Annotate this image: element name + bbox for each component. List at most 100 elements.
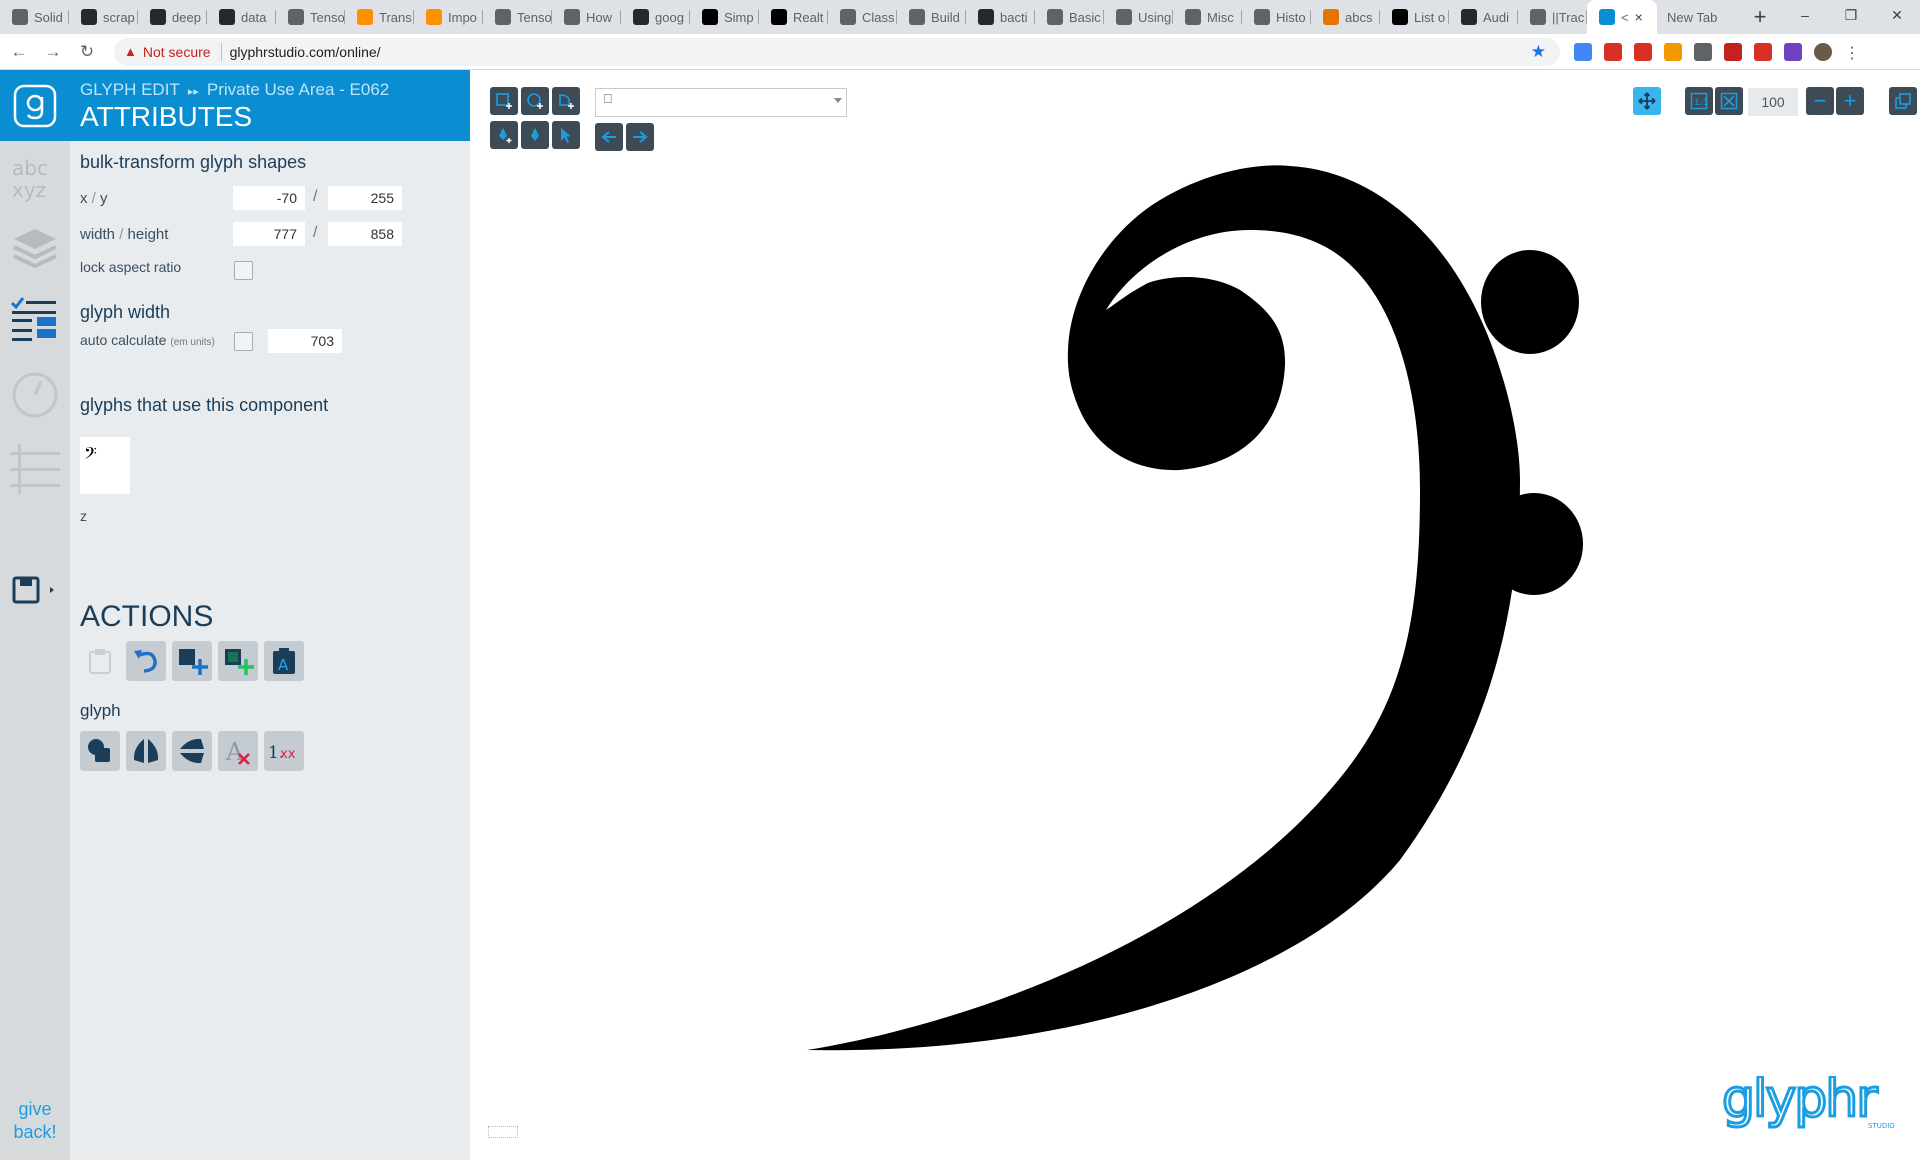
shape-select[interactable]: ⎕: [595, 88, 847, 117]
browser-tab[interactable]: data: [207, 0, 276, 34]
extension-icon[interactable]: [1784, 42, 1802, 61]
browser-tab[interactable]: Audi: [1449, 0, 1518, 34]
breadcrumb-location[interactable]: Private Use Area - E062: [207, 80, 389, 99]
add-component-button[interactable]: [218, 641, 258, 681]
select-arrow-button[interactable]: [552, 121, 580, 149]
y-input[interactable]: 255: [328, 186, 402, 210]
zoom-fit-button[interactable]: [1715, 87, 1743, 115]
zoom-out-button[interactable]: −: [1806, 87, 1834, 115]
browser-tab[interactable]: Class: [828, 0, 897, 34]
browser-tab[interactable]: Realt: [759, 0, 828, 34]
extension-icon[interactable]: [1724, 42, 1742, 61]
medium-icon: [702, 9, 718, 25]
new-rectangle-button[interactable]: [490, 87, 518, 115]
back-button[interactable]: ←: [4, 37, 34, 67]
new-path-button[interactable]: [552, 87, 580, 115]
browser-tab[interactable]: goog: [621, 0, 690, 34]
new-oval-button[interactable]: [521, 87, 549, 115]
flip-horizontal-button[interactable]: [172, 731, 212, 771]
browser-tab[interactable]: Trans: [345, 0, 414, 34]
extension-icon[interactable]: [1754, 42, 1772, 61]
usage-title: glyphs that use this component: [80, 395, 329, 415]
reload-button[interactable]: ↻: [72, 37, 102, 67]
actions-title: ACTIONS: [80, 600, 214, 633]
save-icon[interactable]: [10, 570, 60, 610]
popout-button[interactable]: [1889, 87, 1917, 115]
chooser-abc-icon[interactable]: abc xyz: [10, 153, 60, 203]
not-secure-label[interactable]: Not secure: [143, 44, 211, 60]
browser-tab[interactable]: deep: [138, 0, 207, 34]
previous-shape-button[interactable]: [595, 123, 623, 151]
menu-kebab-icon[interactable]: ⋮: [1844, 43, 1862, 62]
paste-glyph-button[interactable]: A: [264, 641, 304, 681]
browser-tab[interactable]: ||Trac: [1518, 0, 1587, 34]
zoom-one-to-one-button[interactable]: 1:1: [1685, 87, 1713, 115]
browser-tab[interactable]: bacti: [966, 0, 1035, 34]
new-tab[interactable]: New Tab: [1657, 0, 1740, 34]
browser-tab[interactable]: Misc: [1173, 0, 1242, 34]
kerning-gauge-icon[interactable]: [10, 370, 60, 420]
guides-icon[interactable]: [10, 444, 60, 494]
x-input[interactable]: -70: [233, 186, 305, 210]
close-tab-icon[interactable]: ×: [1635, 9, 1643, 25]
browser-tab[interactable]: Using: [1104, 0, 1173, 34]
extension-icon[interactable]: [1634, 42, 1652, 61]
browser-tab[interactable]: Solid: [0, 0, 69, 34]
browser-tab[interactable]: scrap: [69, 0, 138, 34]
paste-glyph-icon: A: [273, 648, 295, 674]
attributes-icon[interactable]: [10, 295, 60, 345]
minimize-button[interactable]: –: [1782, 0, 1828, 30]
paste-button[interactable]: [80, 641, 120, 681]
browser-tab[interactable]: Histo: [1242, 0, 1311, 34]
avatar[interactable]: [1814, 42, 1832, 61]
browser-tab[interactable]: Basic: [1035, 0, 1104, 34]
browser-tab[interactable]: List o: [1380, 0, 1449, 34]
extension-icon[interactable]: [1574, 42, 1592, 61]
glyph-width-input[interactable]: 703: [268, 329, 342, 353]
browser-tab[interactable]: Tenso: [483, 0, 552, 34]
width-input[interactable]: 777: [233, 222, 305, 246]
browser-tab[interactable]: Simp: [690, 0, 759, 34]
browser-tab[interactable]: Impo: [414, 0, 483, 34]
extension-icon[interactable]: [1664, 42, 1682, 61]
active-tab[interactable]: < ×: [1587, 0, 1657, 34]
new-tab-button[interactable]: +: [1740, 0, 1780, 34]
give-back-link[interactable]: give back!: [0, 1098, 70, 1144]
arrow-left-icon: [601, 131, 616, 143]
bulk-transform-title: bulk-transform glyph shapes: [80, 152, 307, 172]
forward-button[interactable]: →: [38, 37, 68, 67]
add-shape-button[interactable]: [172, 641, 212, 681]
layers-icon[interactable]: [10, 223, 60, 273]
next-shape-button[interactable]: [626, 123, 654, 151]
pen-plus-button[interactable]: [490, 121, 518, 149]
pan-button[interactable]: [1633, 87, 1661, 115]
usage-thumbnail[interactable]: 𝄢: [80, 437, 130, 494]
zoom-level-input[interactable]: 100: [1748, 88, 1798, 116]
round-values-button[interactable]: 1. xx: [264, 731, 304, 771]
browser-tab[interactable]: How: [552, 0, 621, 34]
extension-icon[interactable]: [1604, 42, 1622, 61]
extension-icon[interactable]: [1694, 42, 1712, 61]
glyphr-logo-icon[interactable]: [0, 70, 70, 141]
address-bar[interactable]: ▲ Not secure glyphrstudio.com/online/ ★: [114, 37, 1560, 66]
url-text[interactable]: glyphrstudio.com/online/: [230, 44, 381, 60]
auto-calc-checkbox[interactable]: [234, 332, 253, 351]
browser-tab[interactable]: abcs: [1311, 0, 1380, 34]
browser-tab[interactable]: Tenso: [276, 0, 345, 34]
undo-button[interactable]: [126, 641, 166, 681]
lock-aspect-checkbox[interactable]: [234, 261, 253, 280]
bookmark-star-icon[interactable]: ★: [1531, 42, 1546, 62]
zoom-in-button[interactable]: +: [1836, 87, 1864, 115]
glyphr-icon: [1599, 9, 1615, 25]
pen-button[interactable]: [521, 121, 549, 149]
breadcrumb-mode[interactable]: GLYPH EDIT: [80, 80, 180, 99]
restore-button[interactable]: ❐: [1828, 0, 1874, 30]
close-window-button[interactable]: ✕: [1874, 0, 1920, 30]
flip-vertical-button[interactable]: [126, 731, 166, 771]
bass-clef-glyph[interactable]: [470, 70, 1920, 1160]
browser-tab[interactable]: Build: [897, 0, 966, 34]
clear-glyph-button[interactable]: A: [218, 731, 258, 771]
edit-canvas[interactable]: ⎕ 1:1 100 − + glyphr STUDIO: [470, 70, 1920, 1160]
combine-button[interactable]: [80, 731, 120, 771]
height-input[interactable]: 858: [328, 222, 402, 246]
